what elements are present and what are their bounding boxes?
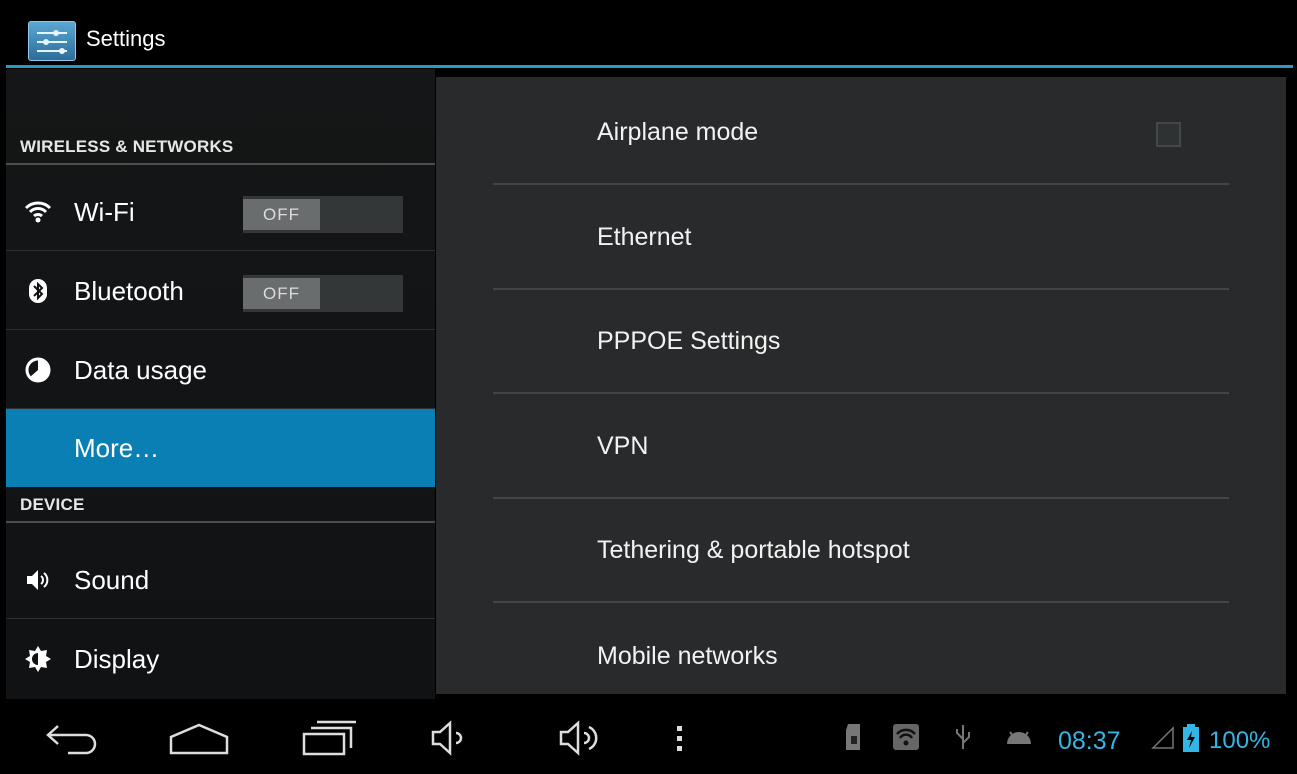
home-icon[interactable]	[168, 722, 230, 756]
wifi-icon	[24, 201, 52, 223]
battery-percentage: 100%	[1209, 727, 1271, 754]
section-header-label: WIRELESS & NETWORKS	[20, 137, 234, 156]
sidebar-item-data-usage[interactable]: Data usage	[6, 331, 435, 409]
list-item-mobile-networks[interactable]: Mobile networks	[493, 604, 1229, 709]
list-item-pppoe-settings[interactable]: PPPOE Settings	[493, 289, 1229, 394]
volume-down-icon[interactable]	[430, 720, 470, 756]
bluetooth-toggle[interactable]: OFF	[243, 275, 403, 312]
action-bar: Settings	[6, 6, 1293, 68]
row-divider	[6, 329, 435, 330]
section-divider	[6, 521, 435, 523]
toggle-state: OFF	[243, 278, 320, 309]
volume-up-icon[interactable]	[558, 720, 608, 756]
battery-icon	[1183, 724, 1199, 752]
android-debug-icon	[1007, 731, 1031, 744]
recent-apps-icon[interactable]	[301, 720, 357, 758]
usb-icon	[956, 725, 970, 749]
speaker-icon	[27, 570, 49, 590]
list-item-tethering[interactable]: Tethering & portable hotspot	[493, 498, 1229, 603]
list-item-label: Airplane mode	[597, 118, 759, 146]
action-bar-divider	[6, 65, 1293, 68]
signal-icon	[1151, 726, 1174, 749]
section-divider	[6, 163, 435, 165]
sidebar-item-bluetooth[interactable]: Bluetooth OFF	[6, 252, 435, 330]
section-header-label: DEVICE	[20, 495, 85, 514]
wifi-toggle[interactable]: OFF	[243, 196, 403, 233]
app-title: Settings	[86, 26, 166, 51]
sidebar-item-wifi[interactable]: Wi-Fi OFF	[6, 173, 435, 251]
list-item-vpn[interactable]: VPN	[493, 394, 1229, 499]
sidebar-item-label: More…	[74, 433, 160, 463]
section-header-wireless: WIRELESS & NETWORKS	[6, 129, 435, 165]
list-item-label: Ethernet	[597, 223, 692, 251]
menu-icon[interactable]	[674, 724, 686, 754]
data-usage-icon	[25, 357, 51, 383]
more-settings-panel: Airplane mode Ethernet PPPOE Settings VP…	[436, 77, 1286, 694]
sidebar-item-sound[interactable]: Sound	[6, 541, 435, 619]
list-item-label: Mobile networks	[597, 642, 778, 670]
sidebar-item-more[interactable]: More…	[6, 409, 435, 487]
list-divider	[493, 601, 1229, 603]
sidebar-item-display[interactable]: Display	[6, 620, 435, 698]
sd-card-icon	[846, 724, 860, 750]
status-clock: 08:37	[1058, 727, 1121, 755]
list-item-label: PPPOE Settings	[597, 327, 781, 355]
section-header-device: DEVICE	[6, 487, 435, 523]
list-item-label: Tethering & portable hotspot	[597, 536, 910, 564]
system-navigation-bar: 08:37 100%	[6, 700, 1293, 774]
bluetooth-icon	[29, 279, 47, 303]
sidebar-item-label: Data usage	[74, 355, 207, 385]
settings-sliders-icon[interactable]	[28, 21, 76, 61]
list-item-airplane-mode[interactable]: Airplane mode	[493, 80, 1229, 185]
sidebar-item-label: Display	[74, 644, 160, 674]
settings-sidebar: WIRELESS & NETWORKS Wi-Fi OFF Bluetooth …	[6, 69, 435, 699]
airplane-mode-checkbox[interactable]	[1156, 122, 1181, 147]
back-icon[interactable]	[44, 722, 100, 756]
sidebar-item-label: Sound	[74, 565, 150, 595]
wifi-status-icon	[893, 724, 919, 750]
sidebar-item-label: Bluetooth	[74, 276, 184, 306]
display-brightness-icon	[25, 646, 51, 672]
list-item-ethernet[interactable]: Ethernet	[493, 185, 1229, 290]
row-divider	[6, 618, 435, 619]
toggle-state: OFF	[243, 199, 320, 230]
sidebar-item-label: Wi-Fi	[74, 197, 135, 227]
row-divider	[6, 250, 435, 251]
list-item-label: VPN	[597, 432, 649, 460]
